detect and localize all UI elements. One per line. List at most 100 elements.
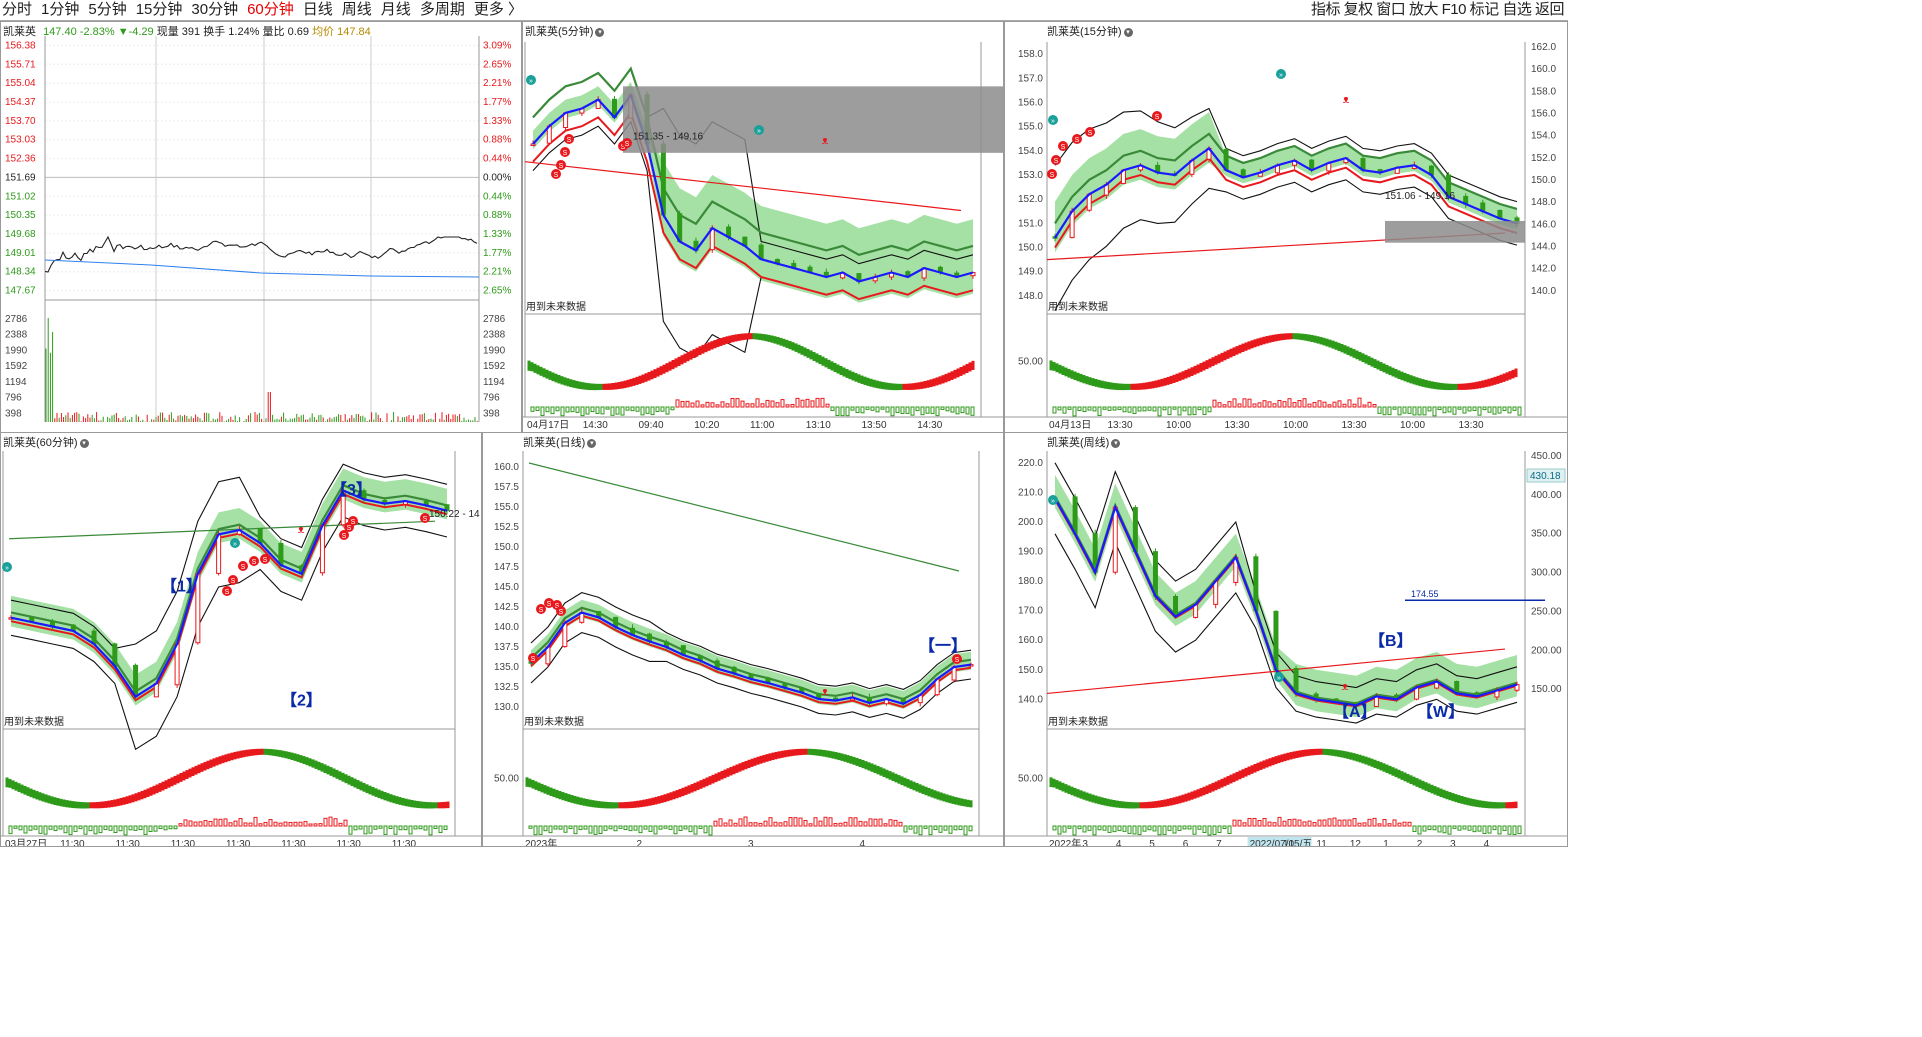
osc-bar [388,825,393,829]
x-tick: 10:20 [694,420,719,431]
price-tick: 153.70 [5,116,36,127]
period-tab-7[interactable]: 周线 [342,1,372,18]
osc-bar [1117,825,1122,831]
osc-bar [885,406,890,413]
pct-tick: 0.88% [483,210,511,221]
osc-bar [910,406,915,416]
osc-bar [1232,398,1237,408]
x-tick: 11:00 [750,420,775,431]
osc-bar [1447,825,1452,835]
signal-glyph: S [563,150,568,157]
osc-bar [1077,406,1082,412]
panel-15min[interactable]: 凯莱英(15分钟) ▾ 158.0 157.0 156.0 155.0 154.0 153.… [1004,21,1568,433]
right-tick: 200.00 [1531,645,1562,656]
osc-bar [568,825,573,830]
osc-bar [1372,404,1377,408]
y-tick: 142.5 [494,602,519,613]
panel-daily[interactable]: 凯莱英(日线) ▾ 160.0 157.5 155.0 152.5 150.0 147.5 1… [482,432,1004,847]
period-tab-0[interactable]: 分时 [2,1,32,18]
price-tick: 150.35 [5,210,36,221]
osc-bar [1262,817,1267,827]
osc-bar [1362,822,1367,827]
y-tick: 152.5 [494,522,519,533]
right-tick: 146.0 [1531,219,1556,230]
osc-bar [853,817,858,827]
panel-weekly[interactable]: 凯莱英(周线) ▾ 220.0 210.0 200.0 190.0 180.0 170.0 1… [1004,432,1568,847]
period-tab-5[interactable]: 60分钟 [247,1,294,18]
y-tick: 151.0 [1018,218,1043,229]
signal-glyph: S [252,559,257,566]
tool-menu[interactable]: 指标 复权 窗口 放大 F10 标记 自选 返回 [1311,0,1565,20]
osc-bar [955,406,960,415]
tool-menu-label[interactable]: 指标 复权 窗口 放大 F10 标记 自选 返回 [1311,1,1565,18]
period-tab-4[interactable]: 30分钟 [191,1,238,18]
osc-bar [1352,818,1357,827]
osc-bar [1417,825,1422,835]
osc-bar [1397,406,1402,416]
right-tick: 160.0 [1531,64,1556,75]
x-tick: 10:00 [1283,420,1308,431]
price-tick: 148.34 [5,267,36,278]
osc-bar [1447,406,1452,413]
right-tick: 162.0 [1531,42,1556,53]
candle-body [1152,551,1158,597]
pct-tick: 1.33% [483,116,511,127]
candle-body [1253,556,1259,612]
osc-bar [408,825,413,835]
osc-bar [1202,406,1207,416]
signal-glyph: S [955,657,960,664]
osc-bar [640,406,645,416]
period-tab-8[interactable]: 月线 [381,1,411,18]
osc-bar [1097,406,1102,416]
osc-bar [1282,401,1287,408]
osc-bar [1247,817,1252,827]
osc-bar [863,821,868,827]
teal-glyph: » [1277,675,1281,682]
x-tick: 4 [860,839,866,847]
osc-bar [1272,403,1277,408]
osc-bar [1197,825,1202,830]
right-tick: 152.0 [1531,153,1556,164]
osc-bar [883,823,888,827]
period-tab-10[interactable]: 更多 〉 [474,1,523,18]
price-tick: 151.02 [5,191,36,202]
osc-bar [673,825,678,835]
osc-bar [1247,398,1252,408]
intraday-panel[interactable]: 凯莱英 147.40 -2.83% ▼-4.29 现量 391 换手 1.24%… [0,21,522,433]
osc-bar [1507,406,1512,414]
osc-bar [725,403,730,408]
osc-bar [648,825,653,832]
period-tab-3[interactable]: 15分钟 [136,1,183,18]
teal-glyph: » [757,128,761,135]
panel-60min[interactable]: 凯莱英(60分钟) ▾ 150.22 - 14 【1】 【2】 【3】 S S S S S S S S S… [0,432,482,847]
osc-bar [1217,402,1222,408]
candle-body [133,664,139,698]
vol-tick: 2388 [5,330,28,341]
osc-bar [820,397,825,408]
period-tab-9[interactable]: 多周期 [420,1,465,18]
osc-bar [948,825,953,834]
osc-bar [688,825,693,833]
period-tab-6[interactable]: 日线 [303,1,333,18]
period-tab-1[interactable]: 1分钟 [41,1,79,18]
period-tab-2[interactable]: 5分钟 [88,1,126,18]
teal-glyph: » [233,541,237,548]
osc-bar [723,822,728,827]
osc-bar [588,825,593,834]
osc-bar [643,825,648,830]
y-tick: 156.0 [1018,97,1043,108]
panel-5min[interactable]: 凯莱英(5分钟) ▾ 151.35 - 149.16 S S S S S S»» ᴥ 用到未来数据… [522,21,1004,433]
osc-bar [1227,825,1232,835]
future-data-note: 用到未来数据 [4,715,64,728]
osc-bar [1062,825,1067,833]
future-data-note: 用到未来数据 [1048,715,1108,728]
osc-bar [1167,406,1172,416]
vol-tick-right: 2388 [483,330,506,341]
teal-glyph: » [5,565,9,572]
osc-bar [1112,406,1117,411]
osc-bar [583,825,588,830]
osc-bar [1227,401,1232,408]
osc-bar [773,821,778,827]
osc-bar [1332,401,1337,408]
osc-bar [553,825,558,830]
